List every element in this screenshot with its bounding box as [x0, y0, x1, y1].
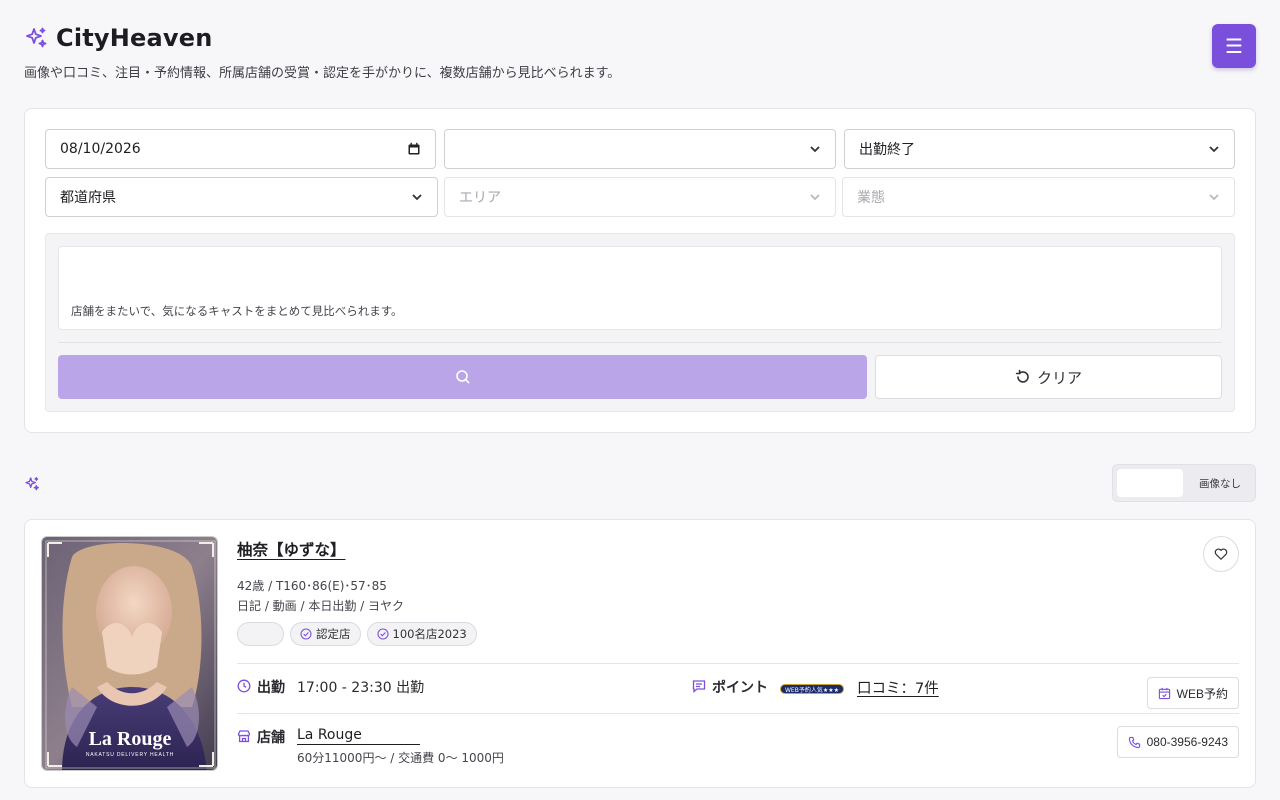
- review-link[interactable]: 口コミ：7件: [857, 677, 939, 698]
- clear-button-label: クリア: [1036, 369, 1082, 387]
- business-type-placeholder: 業態: [857, 190, 885, 206]
- hamburger-icon: ☰: [1225, 35, 1243, 58]
- clear-button[interactable]: クリア: [875, 355, 1222, 399]
- time-select[interactable]: [444, 129, 836, 169]
- sparkles-icon: [26, 27, 47, 48]
- tag-blank: [237, 622, 284, 646]
- search-options-box: 店舗をまたいで、気になるキャストをまとめて見比べられます。 クリア: [45, 233, 1235, 412]
- date-input[interactable]: 08/10/2026: [45, 129, 436, 169]
- note-card: 店舗をまたいで、気になるキャストをまとめて見比べられます。: [58, 246, 1222, 330]
- divider: [237, 663, 1239, 664]
- message-icon: [692, 680, 706, 693]
- status-select[interactable]: 出勤終了: [844, 129, 1235, 169]
- status-value: 出勤終了: [859, 142, 915, 158]
- business-type-select[interactable]: 業態: [842, 177, 1235, 217]
- phone-button[interactable]: 080-3956-9243: [1116, 726, 1239, 758]
- cast-photo-image: La Rouge NAKATSU DELIVERY HEALTH: [42, 537, 217, 770]
- favorite-button[interactable]: [1203, 536, 1239, 572]
- view-toggle-noimage[interactable]: 画像なし: [1199, 476, 1241, 491]
- prefecture-select[interactable]: 都道府県: [45, 177, 438, 217]
- web-reserve-label: WEB予約: [1176, 686, 1228, 701]
- clock-icon: [237, 679, 251, 693]
- chevron-down-icon: [810, 194, 820, 201]
- view-toggle-image[interactable]: [1117, 469, 1183, 497]
- point-label: ポイント: [712, 680, 768, 696]
- search-button[interactable]: [58, 355, 867, 399]
- divider: [58, 342, 1222, 343]
- page-header: CityHeaven 画像や口コミ、注目・予約情報、所属店舗の受賞・認定を手がか…: [24, 24, 1256, 94]
- shop-link[interactable]: La Rouge: [297, 727, 420, 745]
- note-text: 店舗をまたいで、気になるキャストをまとめて見比べられます。: [71, 304, 403, 318]
- price-info: 60分11000円〜 / 交通費 0〜 1000円: [297, 751, 504, 765]
- search-icon: [455, 370, 470, 384]
- tagline: 画像や口コミ、注目・予約情報、所属店舗の受賞・認定を手がかりに、複数店舗から見比…: [24, 66, 621, 81]
- chevron-down-icon: [1209, 194, 1219, 201]
- photo-logo-sub: NAKATSU DELIVERY HEALTH: [86, 752, 174, 758]
- check-circle-icon: [300, 628, 312, 640]
- cast-card: La Rouge NAKATSU DELIVERY HEALTH 柚奈【ゆずな】…: [24, 519, 1256, 788]
- cast-photo[interactable]: La Rouge NAKATSU DELIVERY HEALTH: [41, 536, 218, 771]
- review-badge: WEB予約人気★★★: [780, 684, 844, 694]
- calendar-icon[interactable]: [407, 142, 421, 156]
- sparkles-icon: [25, 477, 39, 491]
- app-title: CityHeaven: [56, 24, 213, 52]
- shift-value: 17:00 - 23:30 出勤: [297, 680, 425, 696]
- phone-number: 080-3956-9243: [1146, 735, 1228, 749]
- shop-label: 店舗: [257, 730, 285, 746]
- tag-award: 100名店2023: [366, 622, 477, 646]
- cast-stats: 42歳 / T160･86(E)･57･85: [237, 579, 387, 593]
- view-toggle: 画像なし: [1112, 464, 1256, 502]
- tag-label: 認定店: [316, 627, 351, 641]
- prefecture-value: 都道府県: [60, 190, 116, 206]
- brand[interactable]: CityHeaven: [24, 24, 1256, 52]
- menu-button[interactable]: ☰: [1212, 24, 1256, 68]
- phone-icon: [1128, 736, 1140, 748]
- cast-subinfo: 日記 / 動画 / 本日出勤 / ヨヤク: [237, 599, 405, 613]
- tag-list: 認定店 100名店2023: [237, 622, 477, 646]
- store-icon: [237, 730, 251, 743]
- area-select[interactable]: エリア: [444, 177, 836, 217]
- calendar-check-icon: [1158, 687, 1170, 699]
- search-panel: 08/10/2026 出勤終了 都道府県 エリア 業態 店舗をまたいで、気になる…: [24, 108, 1256, 433]
- check-circle-icon: [376, 628, 389, 640]
- tag-label: 100名店2023: [392, 627, 467, 641]
- heart-icon: [1214, 548, 1228, 560]
- chevron-down-icon: [412, 194, 422, 201]
- cast-name-link[interactable]: 柚奈【ゆずな】: [237, 538, 346, 560]
- shift-label: 出勤: [257, 680, 285, 696]
- chevron-down-icon: [810, 146, 820, 153]
- chevron-down-icon: [1209, 146, 1219, 153]
- area-placeholder: エリア: [459, 190, 501, 206]
- tag-certified: 認定店: [290, 622, 361, 646]
- divider: [237, 713, 1239, 714]
- date-value: 08/10/2026: [60, 141, 141, 157]
- web-reserve-button[interactable]: WEB予約: [1146, 677, 1239, 709]
- reset-icon: [1015, 369, 1029, 383]
- photo-logo: La Rouge: [89, 728, 172, 750]
